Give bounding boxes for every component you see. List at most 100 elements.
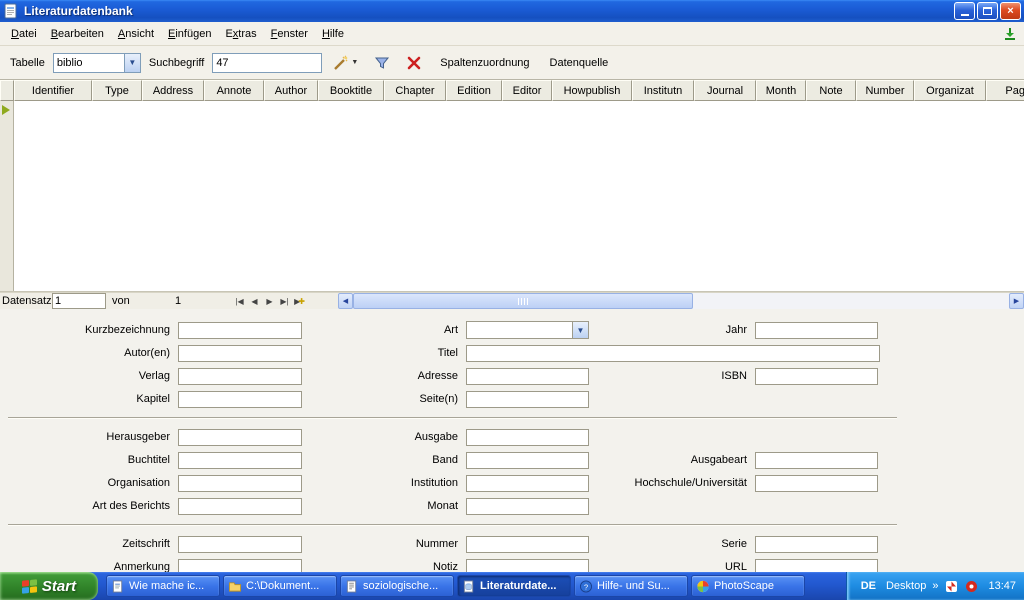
autoren-input[interactable] [178,345,302,362]
url-input[interactable] [755,559,878,573]
jahr-input[interactable] [755,322,878,339]
taskbar-task-literaturdatenbank[interactable]: Literaturdate... [457,575,571,597]
toolbar-overflow-chevron[interactable]: » [932,580,938,592]
red-pinwheel-tray-icon[interactable] [944,579,958,593]
kurzbezeichnung-input[interactable] [178,322,302,339]
field-label: Autor(en) [0,347,178,359]
scrollbar-track[interactable] [693,293,1009,309]
scroll-right-icon[interactable]: ▶ [1009,293,1024,309]
maximize-button[interactable] [977,2,998,20]
red-dot-tray-icon[interactable] [964,579,978,593]
field-label: Monat [302,500,466,512]
grid-corner-cell[interactable] [0,80,14,101]
hochschule-input[interactable] [755,475,878,492]
herausgeber-input[interactable] [178,429,302,446]
column-header[interactable]: Number [856,80,914,101]
kapitel-input[interactable] [178,391,302,408]
organisation-input[interactable] [178,475,302,492]
serie-input[interactable] [755,536,878,553]
taskbar-task-soziologische[interactable]: soziologische... [340,575,454,597]
row-header-strip[interactable] [0,101,14,291]
column-header[interactable]: Author [264,80,318,101]
field-label: Jahr [589,324,755,336]
close-button[interactable]: × [1000,2,1021,20]
art-des-berichts-input[interactable] [178,498,302,515]
adresse-input[interactable] [466,368,589,385]
chevron-down-icon[interactable]: ▼ [124,54,140,72]
ausgabe-input[interactable] [466,429,589,446]
column-header[interactable]: Pages [986,80,1024,101]
menu-einfuegen[interactable]: Einfügen [161,25,218,43]
ausgabeart-input[interactable] [755,452,878,469]
column-header[interactable]: Month [756,80,806,101]
scrollbar-thumb[interactable] [353,293,693,309]
standard-filter-button[interactable] [369,51,395,75]
language-indicator[interactable]: DE [857,579,880,593]
taskbar-task-explorer[interactable]: C:\Dokument... [223,575,337,597]
scroll-left-icon[interactable]: ◀ [338,293,353,309]
buchtitel-input[interactable] [178,452,302,469]
remove-filter-icon [406,55,422,71]
chevron-down-icon[interactable]: ▼ [572,322,588,338]
autofilter-button[interactable]: ▼ [328,51,363,75]
taskbar-task-wie-mache[interactable]: Wie mache ic... [106,575,220,597]
new-record-button[interactable]: ▶✚ [292,294,307,309]
column-header[interactable]: Identifier [14,80,92,101]
column-header[interactable]: Chapter [384,80,446,101]
menu-hilfe[interactable]: Hilfe [315,25,351,43]
column-header[interactable]: Editor [502,80,552,101]
next-record-button[interactable]: ▶ [262,294,277,309]
verlag-input[interactable] [178,368,302,385]
field-label: Institution [302,477,466,489]
field-label: ISBN [589,370,755,382]
table-combobox[interactable]: biblio ▼ [53,53,141,73]
column-header[interactable]: Edition [446,80,502,101]
anmerkung-input[interactable] [178,559,302,573]
chevron-down-icon[interactable]: ▼ [351,59,358,66]
menu-fenster[interactable]: Fenster [264,25,315,43]
table-combobox-value: biblio [54,57,124,69]
column-mapping-button[interactable]: Spaltenzuordnung [433,51,536,75]
column-header[interactable]: Institutn [632,80,694,101]
column-header[interactable]: Type [92,80,142,101]
monat-input[interactable] [466,498,589,515]
menu-ansicht[interactable]: Ansicht [111,25,161,43]
field-label: Serie [589,538,755,550]
isbn-input[interactable] [755,368,878,385]
column-header[interactable]: Booktitle [318,80,384,101]
column-header[interactable]: Note [806,80,856,101]
search-input[interactable] [212,53,322,73]
column-header[interactable]: Address [142,80,204,101]
first-record-button[interactable]: |◀ [232,294,247,309]
last-record-button[interactable]: ▶| [277,294,292,309]
menu-bearbeiten[interactable]: Bearbeiten [44,25,111,43]
titel-input[interactable] [466,345,880,362]
seiten-input[interactable] [466,391,589,408]
desktop-toolbar-label[interactable]: Desktop [886,580,926,592]
notiz-input[interactable] [466,559,589,573]
art-select[interactable]: ▼ [466,321,589,339]
column-header[interactable]: Journal [694,80,756,101]
field-label: Zeitschrift [0,538,178,550]
previous-record-button[interactable]: ◀ [247,294,262,309]
nummer-input[interactable] [466,536,589,553]
zeitschrift-input[interactable] [178,536,302,553]
menu-extras[interactable]: Extras [218,25,263,43]
band-input[interactable] [466,452,589,469]
column-header[interactable]: Annote [204,80,264,101]
taskbar-clock: 13:47 [984,580,1016,592]
field-label: Notiz [302,561,466,572]
taskbar-task-hilfe[interactable]: ? Hilfe- und Su... [574,575,688,597]
minimize-button[interactable] [954,2,975,20]
start-button[interactable]: Start [0,572,98,600]
green-arrow-icon[interactable] [1000,25,1020,43]
institution-input[interactable] [466,475,589,492]
menu-datei[interactable]: Datei [4,25,44,43]
grid-body[interactable] [0,101,1024,292]
data-source-button[interactable]: Datenquelle [543,51,616,75]
remove-filter-button[interactable] [401,51,427,75]
column-header[interactable]: Organizat [914,80,986,101]
taskbar-task-photoscape[interactable]: PhotoScape [691,575,805,597]
record-number-input[interactable] [52,293,106,309]
column-header[interactable]: Howpublish [552,80,632,101]
